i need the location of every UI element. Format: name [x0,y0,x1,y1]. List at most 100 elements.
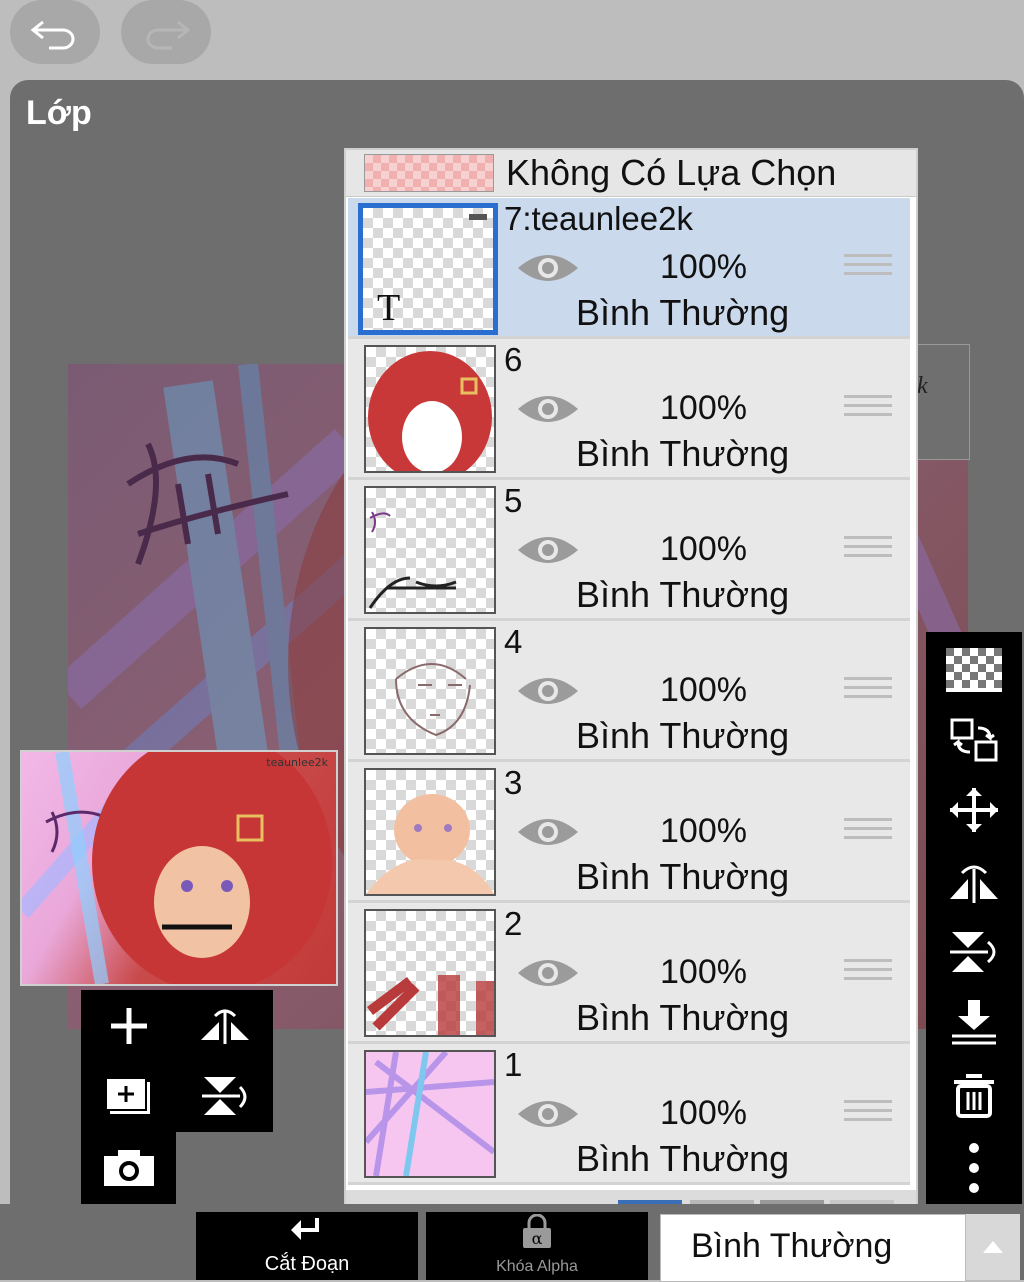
layer-6-hair-preview [368,351,492,471]
layer-thumbnail [364,486,496,614]
clipping-button[interactable]: Cắt Đoạn [196,1212,418,1280]
layer-row-4[interactable]: 4 100% Bình Thường [348,621,910,762]
layer-thumbnail [364,627,496,755]
layer-blend-mode: Bình Thường [576,292,790,333]
visibility-eye-icon[interactable] [514,1094,582,1134]
drag-handle-icon[interactable] [844,536,892,564]
preview-signature: teaunlee2k [266,756,328,769]
clipping-arrow-icon [291,1218,319,1240]
layer-opacity[interactable]: 100% [660,530,747,569]
layer-blend-mode: Bình Thường [576,715,790,756]
layer-row-3[interactable]: 3 100% Bình Thường [348,762,910,903]
visibility-eye-icon[interactable] [514,389,582,429]
drag-handle-icon[interactable] [844,677,892,705]
selection-layer-row[interactable]: Không Có Lựa Chọn [346,150,916,197]
layer-opacity[interactable]: 100% [660,1094,747,1133]
lock-icon: α [523,1213,551,1248]
visibility-eye-icon[interactable] [514,812,582,852]
flip-horizontal-icon [201,1009,249,1044]
right-toolbar [926,632,1022,1204]
redo-icon [146,20,191,50]
layer-name: 1 [504,1046,523,1083]
more-options-button[interactable] [940,1140,1008,1196]
layer-row-7[interactable]: T 7:teaunlee2k 100% Bình Thường [348,198,910,339]
layer-row-1[interactable]: 1 100% Bình Thường [348,1044,910,1185]
layer-opacity[interactable]: 100% [660,953,747,992]
transparency-button[interactable] [940,642,1008,698]
merge-down-button[interactable] [940,994,1008,1050]
layer-5-lineart-preview [368,511,457,609]
plus-icon [111,1008,147,1044]
flip-vertical-icon [950,932,996,972]
flip-horizontal-button[interactable] [195,996,255,1056]
layer-opacity[interactable]: 100% [660,812,747,851]
layer-1-background-preview [366,1052,494,1176]
delete-layer-button[interactable] [940,1068,1008,1124]
blend-mode-dropdown-button[interactable] [966,1214,1020,1280]
undo-button[interactable] [10,0,100,64]
layer-2-strokes-preview [367,975,494,1035]
layer-4-sketch-preview [395,663,471,737]
alpha-lock-button[interactable]: α Khóa Alpha [426,1212,648,1280]
selection-thumbnail [364,154,494,192]
layer-opacity[interactable]: 100% [660,248,747,287]
drag-handle-icon[interactable] [844,959,892,987]
layer-list[interactable]: Không Có Lựa Chọn T 7:teaunlee2k 100% Bì… [344,148,918,1208]
triangle-up-icon [983,1241,1003,1253]
layer-opacity[interactable]: 100% [660,671,747,710]
move-arrows-icon [950,788,998,832]
flip-horizontal-icon [950,865,998,903]
blend-mode-value: Bình Thường [691,1227,893,1265]
layer-name: 4 [504,623,523,660]
layer-thumbnail [364,909,496,1037]
checkerboard-icon [946,648,1002,692]
layer-blend-mode: Bình Thường [576,1138,790,1179]
layer-row-2[interactable]: 2 100% Bình Thường [348,903,910,1044]
drag-handle-icon[interactable] [844,395,892,423]
svg-text:α: α [532,1229,543,1248]
layer-name: 3 [504,764,523,801]
layer-blend-mode: Bình Thường [576,856,790,897]
flip-vertical-icon [202,1077,247,1115]
drag-handle-icon[interactable] [844,1100,892,1128]
move-button[interactable] [940,782,1008,838]
camera-icon [104,1150,154,1186]
undo-icon [30,20,75,50]
visibility-eye-icon[interactable] [514,671,582,711]
more-vertical-icon [969,1143,979,1193]
visibility-eye-icon[interactable] [514,248,582,288]
merge-down-icon [952,1000,996,1045]
blend-mode-select[interactable]: Bình Thường [660,1214,966,1282]
layer-3-skin-preview [366,794,494,894]
flip-layer-vertical-button[interactable] [940,924,1008,980]
redo-button[interactable] [121,0,211,64]
camera-button[interactable] [99,1138,159,1198]
add-layer-button[interactable] [99,996,159,1056]
drag-handle-icon[interactable] [844,254,892,282]
trash-icon [954,1074,994,1118]
layer-blend-mode: Bình Thường [576,574,790,615]
flip-layer-horizontal-button[interactable] [940,854,1008,910]
layer-tool-pad-bottom [81,1132,176,1204]
swap-layers-button[interactable] [940,712,1008,768]
text-layer-glyph: T [377,287,401,329]
alpha-lock-label: Khóa Alpha [496,1258,578,1275]
clipping-label: Cắt Đoạn [264,1253,350,1275]
layer-blend-mode: Bình Thường [576,997,790,1038]
layer-name: 5 [504,482,523,519]
visibility-eye-icon[interactable] [514,953,582,993]
layer-opacity[interactable]: 100% [660,389,747,428]
add-folder-button[interactable] [99,1066,159,1126]
layer-row-5[interactable]: 5 100% Bình Thường [348,480,910,621]
canvas-preview-thumbnail[interactable]: teaunlee2k [20,750,338,986]
text-layer-mark [469,214,487,220]
panel-title: Lớp [26,94,92,132]
layer-thumbnail [364,768,496,896]
flip-vertical-button[interactable] [195,1066,255,1126]
layer-name: 7:teaunlee2k [504,200,693,237]
layer-thumbnail [364,345,496,473]
visibility-eye-icon[interactable] [514,530,582,570]
top-bar [0,0,1024,80]
layer-row-6[interactable]: 6 100% Bình Thường [348,339,910,480]
drag-handle-icon[interactable] [844,818,892,846]
